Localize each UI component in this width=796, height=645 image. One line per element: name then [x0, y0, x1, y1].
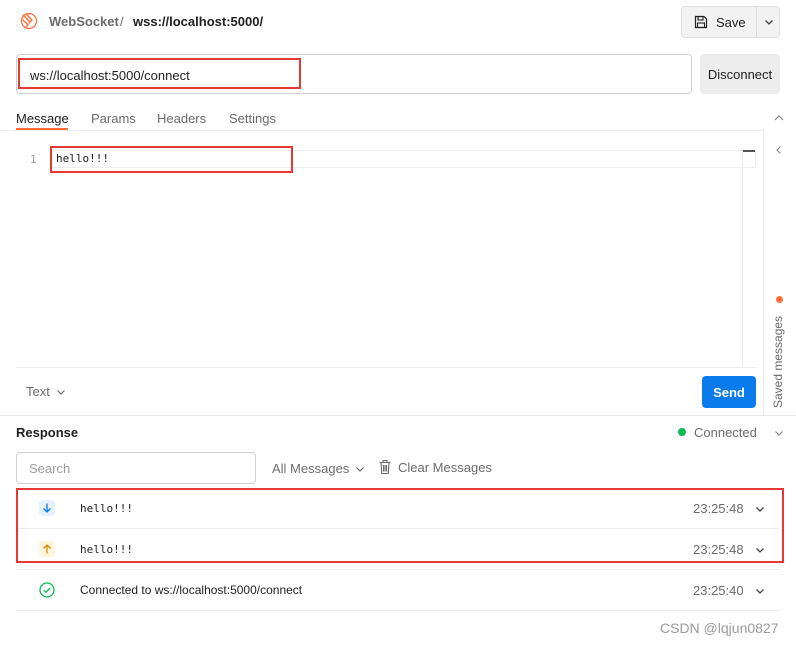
message-filter-label: All Messages [272, 461, 350, 476]
save-icon [694, 15, 708, 29]
websocket-icon [20, 12, 38, 30]
chevron-down-icon [764, 20, 773, 25]
message-text: hello!!! [80, 502, 133, 515]
chevron-down-icon [356, 466, 365, 472]
chevron-down-icon[interactable] [754, 544, 766, 556]
tab-headers[interactable]: Headers [157, 111, 206, 126]
response-title: Response [16, 425, 79, 440]
message-editor[interactable]: 1 hello!!! [16, 140, 756, 368]
tab-params[interactable]: Params [91, 111, 136, 126]
tab-settings[interactable]: Settings [229, 111, 276, 126]
active-line [51, 150, 756, 168]
message-text: Connected to ws://localhost:5000/connect [80, 583, 303, 597]
message-time: 23:25:48 [693, 501, 744, 516]
tab-message[interactable]: Message [16, 111, 69, 126]
chevron-down-icon[interactable] [754, 503, 766, 515]
editor-scrollbar-thumb[interactable] [743, 150, 755, 152]
message-row-connected[interactable]: Connected to ws://localhost:5000/connect… [16, 570, 780, 611]
connection-status-dot [678, 428, 686, 436]
breadcrumb-protocol[interactable]: WebSocket [49, 14, 119, 29]
save-button-group: Save [681, 6, 780, 38]
url-value: ws://localhost:5000/connect [30, 68, 190, 83]
message-text: hello!!! [80, 543, 133, 556]
search-input[interactable] [16, 452, 256, 484]
saved-messages-indicator [776, 296, 783, 303]
arrow-up-icon [39, 541, 55, 557]
editor-divider [16, 367, 756, 368]
watermark: CSDN @lqjun0827 [660, 620, 779, 636]
saved-messages-tab[interactable]: Saved messages [771, 316, 785, 408]
message-time: 23:25:40 [693, 583, 744, 598]
clear-messages-label: Clear Messages [398, 459, 492, 475]
url-input[interactable]: ws://localhost:5000/connect [16, 54, 692, 94]
chevron-down-icon[interactable] [754, 585, 766, 597]
message-row-outgoing[interactable]: hello!!! 23:25:48 [16, 529, 780, 570]
tabs-divider [0, 130, 764, 131]
body-type-dropdown[interactable]: Text [26, 384, 66, 399]
editor-scrollbar[interactable] [742, 150, 755, 368]
pane-divider[interactable] [0, 415, 796, 416]
disconnect-button[interactable]: Disconnect [700, 54, 780, 94]
request-title[interactable]: wss://localhost:5000/ [133, 14, 263, 29]
connection-status: Connected [694, 425, 757, 440]
body-type-label: Text [26, 384, 50, 399]
top-bar: WebSocket / wss://localhost:5000/ Save [0, 0, 796, 44]
save-button[interactable]: Save [682, 7, 756, 37]
message-row-incoming[interactable]: hello!!! 23:25:48 [16, 488, 780, 529]
chevron-down-icon[interactable] [773, 427, 785, 439]
editor-content[interactable]: hello!!! [56, 152, 109, 165]
trash-icon [379, 459, 391, 475]
chevron-up-icon[interactable] [771, 110, 787, 126]
send-button[interactable]: Send [702, 376, 756, 408]
chevron-left-icon[interactable] [773, 144, 785, 156]
message-filter-dropdown[interactable]: All Messages [272, 461, 365, 476]
arrow-down-icon [39, 500, 55, 516]
side-panel-divider [763, 130, 764, 415]
line-number: 1 [30, 153, 37, 166]
clear-messages-button[interactable]: Clear Messages [378, 459, 492, 475]
chevron-down-icon [56, 389, 65, 395]
message-time: 23:25:48 [693, 542, 744, 557]
save-label: Save [716, 14, 746, 30]
check-circle-icon [39, 582, 55, 598]
save-options-button[interactable] [757, 7, 780, 37]
breadcrumb-separator: / [120, 14, 124, 29]
